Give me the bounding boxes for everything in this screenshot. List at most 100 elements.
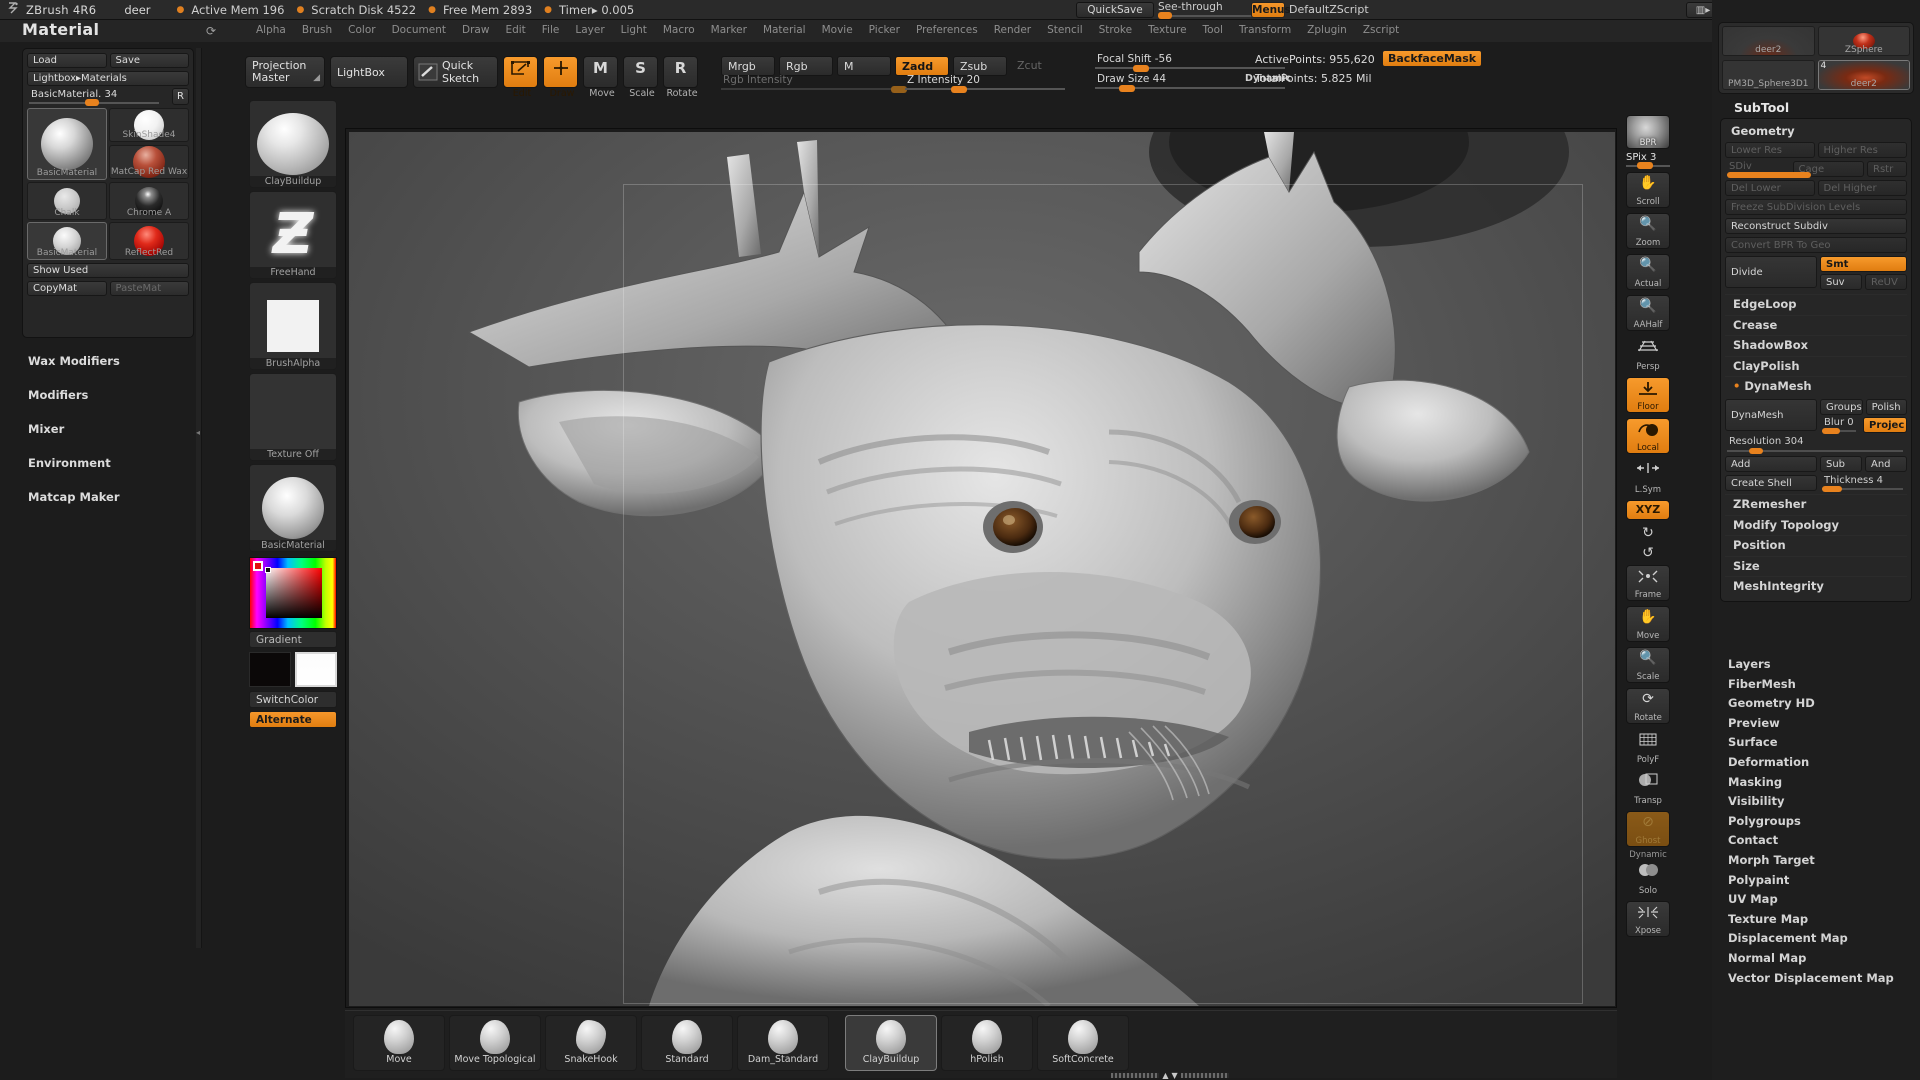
z-intensity-slider[interactable]: Z Intensity 20 [905, 74, 1065, 92]
current-material-thumb[interactable]: BasicMaterial [249, 464, 337, 552]
tool-thumb-deer2-selected[interactable]: 4 deer2 [1818, 60, 1911, 90]
aahalf-button[interactable]: 🔍 AAHalf [1626, 295, 1670, 331]
z-intensity-knob[interactable] [951, 86, 967, 93]
move-mode-button[interactable]: M Move [583, 56, 618, 88]
scale-button[interactable]: 🔍 Scale [1626, 647, 1670, 683]
material-swatch-basicmaterial[interactable]: BasicMaterial [27, 108, 107, 180]
color-picker[interactable]: Gradient SwitchColor Alternate [249, 557, 337, 728]
section-texture-map[interactable]: Texture Map [1720, 910, 1916, 930]
brush-softconcrete[interactable]: SoftConcrete [1037, 1015, 1129, 1071]
resolution-slider[interactable]: Resolution 304 [1725, 436, 1907, 453]
subpalette-matcap-maker[interactable]: Matcap Maker [22, 480, 202, 514]
color-shade-square[interactable] [266, 568, 322, 618]
menu-texture[interactable]: Texture [1140, 21, 1194, 39]
menu-picker[interactable]: Picker [861, 21, 908, 39]
menu-tool[interactable]: Tool [1195, 21, 1231, 39]
frame-button[interactable]: Frame [1626, 565, 1670, 601]
switch-color-button[interactable]: SwitchColor [249, 691, 337, 708]
crease-section[interactable]: Crease [1725, 316, 1777, 336]
sub-button[interactable]: Sub [1820, 456, 1862, 472]
subtool-section-title[interactable]: SubTool [1734, 100, 1789, 115]
claypolish-section[interactable]: ClayPolish [1725, 357, 1800, 377]
tool-thumb-zsphere[interactable]: ZSphere [1818, 26, 1911, 56]
secondary-color-swatch[interactable] [295, 652, 337, 687]
section-masking[interactable]: Masking [1720, 773, 1916, 793]
brush-dam-standard[interactable]: Dam_Standard [737, 1015, 829, 1071]
reconstruct-subdiv-button[interactable]: Reconstruct Subdiv [1725, 218, 1907, 234]
menu-layer[interactable]: Layer [567, 21, 612, 39]
subpalette-environment[interactable]: Environment [22, 446, 202, 480]
subpalette-wax-modifiers[interactable]: Wax Modifiers [22, 344, 202, 378]
local-button[interactable]: Local [1626, 418, 1670, 454]
alternate-button[interactable]: Alternate [249, 711, 337, 728]
shadowbox-section[interactable]: ShadowBox [1725, 336, 1808, 356]
section-surface[interactable]: Surface [1720, 733, 1916, 753]
add-button[interactable]: Add [1725, 456, 1817, 472]
quicksave-button[interactable]: QuickSave [1076, 2, 1154, 18]
left-panel-divider[interactable]: ◂ [196, 48, 202, 948]
groups-button[interactable]: Groups [1820, 399, 1863, 415]
lightbox-materials-button[interactable]: Lightbox▸Materials [27, 71, 189, 86]
del-lower-button[interactable]: Del Lower [1725, 180, 1815, 196]
mrgb-button[interactable]: Mrgb [721, 56, 775, 76]
menu-render[interactable]: Render [986, 21, 1039, 39]
see-through-knob[interactable] [1158, 12, 1172, 19]
lsym-button[interactable]: L.Sym [1626, 459, 1670, 495]
zadd-button[interactable]: Zadd [895, 56, 949, 76]
material-swatch-chalk[interactable]: Chalk [27, 182, 107, 220]
menu-stencil[interactable]: Stencil [1039, 21, 1091, 39]
tool-thumb-pm3d-sphere3d1[interactable]: PM3D_Sphere3D1 [1722, 60, 1815, 90]
gradient-button[interactable]: Gradient [249, 631, 337, 648]
section-normal-map[interactable]: Normal Map [1720, 949, 1916, 969]
material-load-button[interactable]: Load [27, 53, 107, 68]
del-higher-button[interactable]: Del Higher [1818, 180, 1908, 196]
spix-knob[interactable] [1637, 162, 1653, 169]
section-visibility[interactable]: Visibility [1720, 792, 1916, 812]
menu-document[interactable]: Document [384, 21, 454, 39]
section-uv-map[interactable]: UV Map [1720, 890, 1916, 910]
menu-brush[interactable]: Brush [294, 21, 340, 39]
menu-movie[interactable]: Movie [814, 21, 861, 39]
subpalette-modifiers[interactable]: Modifiers [22, 378, 202, 412]
material-slider-knob[interactable] [85, 99, 99, 106]
tool-thumb-deer2-a[interactable]: deer2 [1722, 26, 1815, 56]
brush-standard[interactable]: Standard [641, 1015, 733, 1071]
position-section[interactable]: Position [1725, 536, 1786, 556]
divide-button[interactable]: Divide [1725, 256, 1817, 288]
actual-button[interactable]: 🔍 Actual [1626, 254, 1670, 290]
material-swatch-skinshade4[interactable]: SkinShade4 [109, 108, 189, 142]
and-button[interactable]: And [1865, 456, 1907, 472]
scroll-down-icon[interactable]: ▼ [1172, 1071, 1178, 1080]
persp-button[interactable]: Persp [1626, 336, 1670, 372]
section-morph-target[interactable]: Morph Target [1720, 851, 1916, 871]
convert-bpr-to-geo-button[interactable]: Convert BPR To Geo [1725, 237, 1907, 253]
viewport-canvas[interactable] [349, 132, 1615, 1006]
menu-transform[interactable]: Transform [1231, 21, 1299, 39]
scroll-up-icon[interactable]: ▲ [1162, 1071, 1168, 1080]
section-polygroups[interactable]: Polygroups [1720, 812, 1916, 832]
material-swatch-chromea[interactable]: Chrome A [109, 182, 189, 220]
project-button[interactable]: Projec [1863, 417, 1907, 433]
color-wheel-square[interactable] [249, 557, 337, 629]
current-texture-thumb[interactable]: Texture Off [249, 373, 337, 461]
pastemat-button[interactable]: PasteMat [110, 281, 190, 296]
xpose-button[interactable]: Xpose [1626, 901, 1670, 937]
spix-slider[interactable]: SPix 3 [1625, 152, 1671, 168]
focal-shift-knob[interactable] [1133, 65, 1149, 72]
menu-zplugin[interactable]: Zplugin [1299, 21, 1355, 39]
brush-bar-scroll[interactable]: ▲ ▼ [1105, 1071, 1235, 1079]
material-selector-slider[interactable]: BasicMaterial. 34 R [27, 89, 189, 105]
menus-button[interactable]: Menus [1251, 2, 1285, 18]
quick-sketch-button[interactable]: Quick Sketch [413, 56, 498, 88]
menu-marker[interactable]: Marker [703, 21, 755, 39]
material-r-button[interactable]: R [172, 88, 189, 105]
scroll-button[interactable]: ✋ Scroll [1626, 172, 1670, 208]
xyz-button[interactable]: XYZ [1626, 500, 1670, 520]
copymat-button[interactable]: CopyMat [27, 281, 107, 296]
material-swatch-reflectred[interactable]: ReflectRed [109, 222, 189, 260]
primary-color-swatch[interactable] [249, 652, 291, 687]
subpalette-mixer[interactable]: Mixer [22, 412, 202, 446]
rstr-button[interactable]: Rstr [1867, 161, 1907, 177]
menu-file[interactable]: File [534, 21, 568, 39]
menu-light[interactable]: Light [613, 21, 655, 39]
